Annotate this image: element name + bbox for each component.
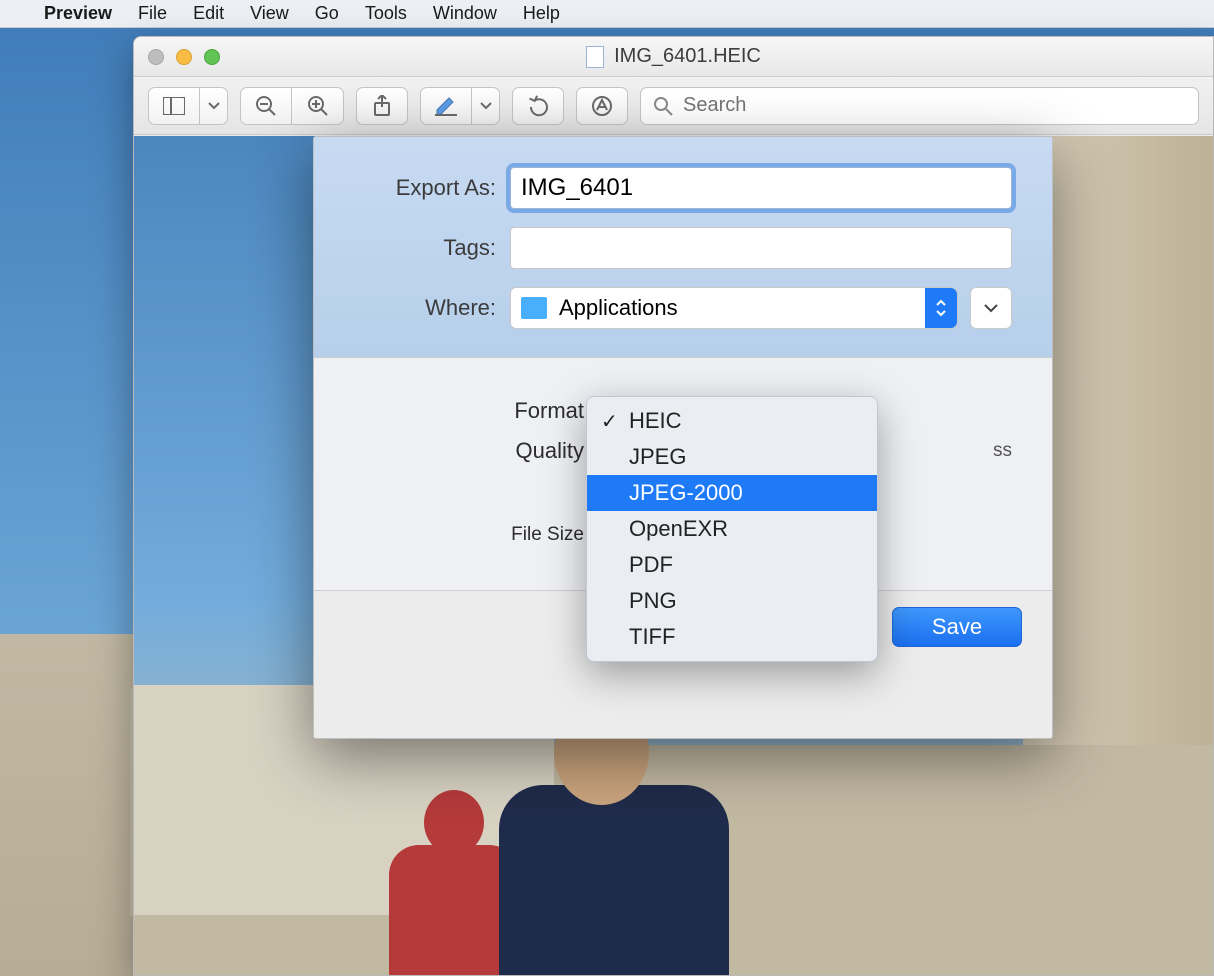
export-as-input[interactable] [510,167,1012,209]
window-close-icon[interactable] [148,49,164,65]
format-option-openexr[interactable]: OpenEXR [587,511,877,547]
where-select[interactable]: Applications [510,287,958,329]
menu-tools[interactable]: Tools [365,3,407,24]
menu-help[interactable]: Help [523,3,560,24]
format-option-heic[interactable]: HEIC [587,403,877,439]
preview-toolbar [134,77,1213,135]
updown-icon [925,288,957,328]
menu-window[interactable]: Window [433,3,497,24]
quality-hint: ss [993,440,1012,462]
format-dropdown[interactable]: HEIC JPEG JPEG-2000 OpenEXR PDF PNG TIFF [586,396,878,662]
where-value: Applications [559,295,678,321]
save-button[interactable]: Save [892,607,1022,647]
macos-menubar: Preview File Edit View Go Tools Window H… [0,0,1214,28]
format-option-tiff[interactable]: TIFF [587,619,877,655]
search-input[interactable] [683,94,1186,117]
document-icon [586,46,604,68]
zoom-out-button[interactable] [240,87,292,125]
tags-label: Tags: [354,235,496,261]
menu-view[interactable]: View [250,3,289,24]
toolbar-search[interactable] [640,87,1199,125]
where-label: Where: [354,295,496,321]
search-icon [653,96,673,116]
sidebar-toggle-chevron-icon[interactable] [200,87,228,125]
format-label: Format [354,398,584,424]
menu-file[interactable]: File [138,3,167,24]
window-title: IMG_6401.HEIC [614,45,761,68]
format-option-jpeg2000[interactable]: JPEG-2000 [587,475,877,511]
export-as-label: Export As: [354,175,496,201]
markup-button[interactable] [576,87,628,125]
tags-input[interactable] [510,227,1012,269]
menu-edit[interactable]: Edit [193,3,224,24]
app-name[interactable]: Preview [44,3,112,24]
window-zoom-icon[interactable] [204,49,220,65]
format-option-jpeg[interactable]: JPEG [587,439,877,475]
window-titlebar[interactable]: IMG_6401.HEIC [134,37,1213,77]
window-minimize-icon[interactable] [176,49,192,65]
menu-go[interactable]: Go [315,3,339,24]
format-option-pdf[interactable]: PDF [587,547,877,583]
format-option-png[interactable]: PNG [587,583,877,619]
highlight-chevron-icon[interactable] [472,87,500,125]
where-expand-button[interactable] [970,287,1012,329]
share-button[interactable] [356,87,408,125]
quality-label: Quality [354,438,584,464]
sidebar-toggle-button[interactable] [148,87,200,125]
folder-icon [521,297,547,319]
highlight-button[interactable] [420,87,472,125]
rotate-button[interactable] [512,87,564,125]
filesize-label: File Size [354,524,584,546]
zoom-in-button[interactable] [292,87,344,125]
